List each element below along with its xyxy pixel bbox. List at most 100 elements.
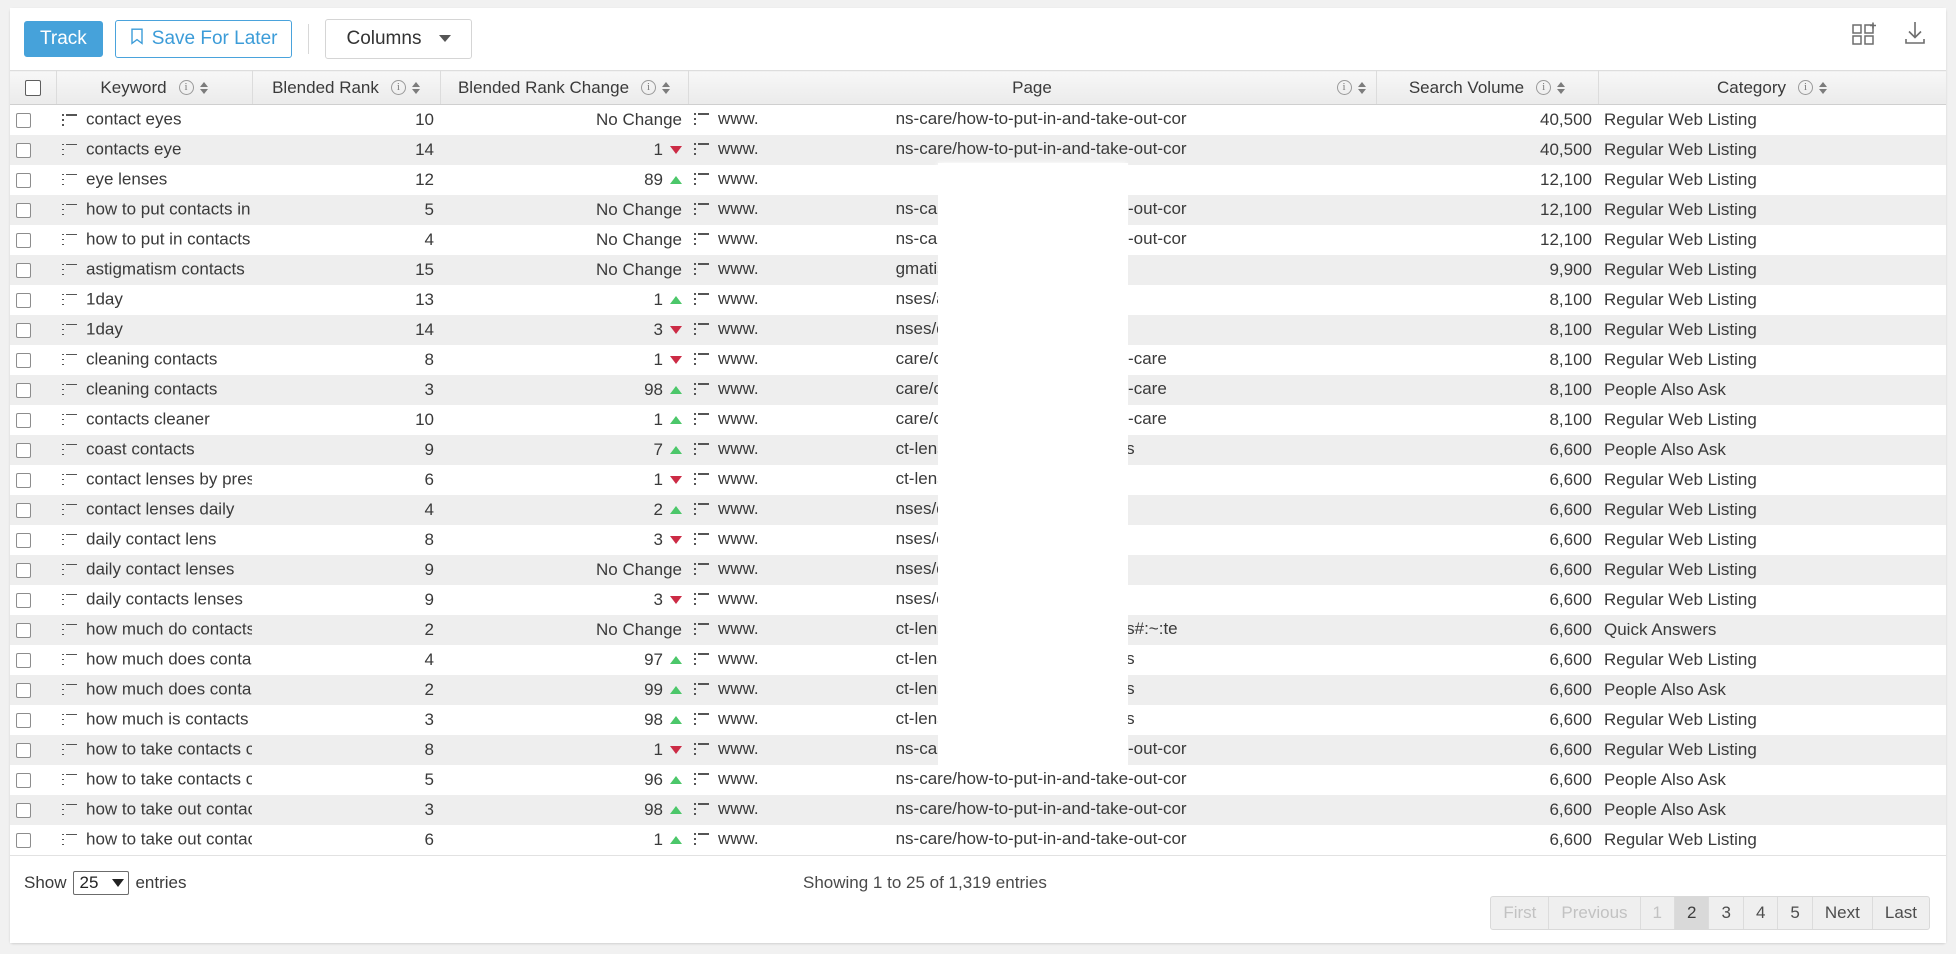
info-icon-search-volume[interactable]: i	[1536, 80, 1551, 95]
row-menu-icon[interactable]	[62, 414, 77, 426]
row-select-cell[interactable]	[10, 765, 56, 795]
row-checkbox[interactable]	[16, 233, 31, 248]
table-row[interactable]: contacts eye141www. ns-care/how-to-put-i…	[10, 135, 1946, 165]
keyword-cell[interactable]: cleaning contacts	[56, 345, 252, 375]
column-header-search-volume[interactable]: Search Volume i	[1376, 71, 1598, 105]
row-menu-icon[interactable]	[694, 263, 709, 275]
row-menu-icon[interactable]	[694, 323, 709, 335]
page-cell[interactable]: www. ns-care/how-to-put-in-and-take-out-…	[688, 105, 1376, 135]
row-checkbox[interactable]	[16, 383, 31, 398]
keyword-cell[interactable]: how to take contacts out	[56, 735, 252, 765]
keyword-cell[interactable]: 1day	[56, 315, 252, 345]
row-menu-icon[interactable]	[694, 563, 709, 575]
keyword-cell[interactable]: 1day	[56, 285, 252, 315]
table-row[interactable]: how to take out contacts61www. ns-care/h…	[10, 825, 1946, 855]
keyword-cell[interactable]: how much do contacts c	[56, 615, 252, 645]
row-menu-icon[interactable]	[62, 264, 77, 276]
page-cell[interactable]: www. care/contact-lens-cleaning-and-care	[688, 345, 1376, 375]
row-menu-icon[interactable]	[694, 383, 709, 395]
keyword-cell[interactable]: how much does contacts	[56, 645, 252, 675]
columns-button[interactable]: Columns	[325, 19, 472, 59]
row-menu-icon[interactable]	[694, 713, 709, 725]
sort-icon-blended-rank[interactable]	[412, 82, 420, 94]
keyword-cell[interactable]: daily contacts lenses	[56, 585, 252, 615]
row-checkbox[interactable]	[16, 353, 31, 368]
column-header-keyword[interactable]: Keyword i	[56, 71, 252, 105]
row-select-cell[interactable]	[10, 285, 56, 315]
page-url[interactable]: www. ns-care/how-to-put-in-and-take-out-…	[718, 799, 1187, 819]
row-checkbox[interactable]	[16, 623, 31, 638]
table-row[interactable]: daily contacts lenses93www. nses/daily-c…	[10, 585, 1946, 615]
keyword-cell[interactable]: daily contact lenses	[56, 555, 252, 585]
page-url[interactable]: www. nses/daily-contacts	[718, 319, 1040, 339]
row-menu-icon[interactable]	[62, 774, 77, 786]
row-checkbox[interactable]	[16, 323, 31, 338]
page-url[interactable]: www. ct-lenses/cost-of-contact-lenses	[718, 709, 1135, 729]
sort-icon-keyword[interactable]	[200, 82, 208, 94]
page-url[interactable]: www. nses/daily-contacts	[718, 529, 1040, 549]
sort-icon-page[interactable]	[1358, 82, 1366, 94]
row-menu-icon[interactable]	[62, 444, 77, 456]
row-menu-icon[interactable]	[694, 353, 709, 365]
keyword-cell[interactable]: contacts cleaner	[56, 405, 252, 435]
table-row[interactable]: astigmatism contacts15No Changewww. gmat…	[10, 255, 1946, 285]
table-row[interactable]: daily contact lens83www. nses/daily-cont…	[10, 525, 1946, 555]
info-icon-page[interactable]: i	[1337, 80, 1352, 95]
row-menu-icon[interactable]	[694, 413, 709, 425]
page-url[interactable]: www. care/contact-lens-cleaning-and-care	[718, 349, 1167, 369]
page-cell[interactable]: www. ns-care/how-to-put-in-and-take-out-…	[688, 135, 1376, 165]
row-select-cell[interactable]	[10, 405, 56, 435]
table-row[interactable]: contact lenses by prescri61www. ct-lense…	[10, 465, 1946, 495]
column-header-select-all[interactable]	[10, 71, 56, 105]
page-url[interactable]: www.	[718, 169, 896, 189]
table-row[interactable]: how much is contacts398www. ct-lenses/co…	[10, 705, 1946, 735]
keyword-cell[interactable]: astigmatism contacts	[56, 255, 252, 285]
save-for-later-button[interactable]: Save For Later	[115, 20, 293, 58]
row-select-cell[interactable]	[10, 375, 56, 405]
table-row[interactable]: how much does contacts497www. ct-lenses/…	[10, 645, 1946, 675]
keyword-cell[interactable]: eye lenses	[56, 165, 252, 195]
row-select-cell[interactable]	[10, 825, 56, 855]
row-checkbox[interactable]	[16, 203, 31, 218]
page-cell[interactable]: www. ct-lenses/cost-of-contact-lenses	[688, 705, 1376, 735]
page-url[interactable]: www. ns-care/how-to-put-in-and-take-out-…	[718, 769, 1187, 789]
page-cell[interactable]: www. nses/daily-contacts	[688, 525, 1376, 555]
row-menu-icon[interactable]	[62, 324, 77, 336]
row-checkbox[interactable]	[16, 593, 31, 608]
row-select-cell[interactable]	[10, 585, 56, 615]
column-header-blended-rank[interactable]: Blended Rank i	[252, 71, 440, 105]
page-url[interactable]: www. nses/daily-contacts	[718, 589, 1040, 609]
row-menu-icon[interactable]	[62, 654, 77, 666]
sort-icon-blended-rank-change[interactable]	[662, 82, 670, 94]
row-select-cell[interactable]	[10, 165, 56, 195]
page-size-select[interactable]: 25	[73, 871, 130, 895]
page-url[interactable]: www. ns-care/how-to-put-in-and-take-out-…	[718, 739, 1187, 759]
row-select-cell[interactable]	[10, 735, 56, 765]
page-url[interactable]: www. nses/daily-contacts	[718, 499, 1040, 519]
pagination-button-3[interactable]: 3	[1709, 897, 1743, 929]
row-checkbox[interactable]	[16, 683, 31, 698]
page-url[interactable]: www. ns-care/how-to-put-in-and-take-out-…	[718, 829, 1187, 849]
page-url[interactable]: www. ns-care/how-to-put-in-and-take-out-…	[718, 229, 1187, 249]
row-select-cell[interactable]	[10, 495, 56, 525]
table-row[interactable]: contact eyes10No Changewww. ns-care/how-…	[10, 105, 1946, 135]
row-select-cell[interactable]	[10, 675, 56, 705]
row-menu-icon[interactable]	[694, 743, 709, 755]
keyword-cell[interactable]: contact lenses by prescri	[56, 465, 252, 495]
page-cell[interactable]: www. ct-lenses/cost-of-contact-lenses	[688, 675, 1376, 705]
column-header-blended-rank-change[interactable]: Blended Rank Change i	[440, 71, 688, 105]
row-select-cell[interactable]	[10, 465, 56, 495]
keyword-cell[interactable]: how much does contacts	[56, 675, 252, 705]
page-cell[interactable]: www. ns-care/how-to-put-in-and-take-out-…	[688, 225, 1376, 255]
info-icon-keyword[interactable]: i	[179, 80, 194, 95]
table-row[interactable]: eye lenses1289www. 12,100Regular Web Lis…	[10, 165, 1946, 195]
row-menu-icon[interactable]	[62, 204, 77, 216]
page-cell[interactable]: www. ns-care/how-to-put-in-and-take-out-…	[688, 735, 1376, 765]
page-url[interactable]: www. ct-lenses/cost-of-contact-lenses#:~…	[718, 619, 1178, 639]
row-checkbox[interactable]	[16, 773, 31, 788]
row-checkbox[interactable]	[16, 563, 31, 578]
row-checkbox[interactable]	[16, 293, 31, 308]
row-checkbox[interactable]	[16, 263, 31, 278]
row-checkbox[interactable]	[16, 533, 31, 548]
row-menu-icon[interactable]	[62, 174, 77, 186]
